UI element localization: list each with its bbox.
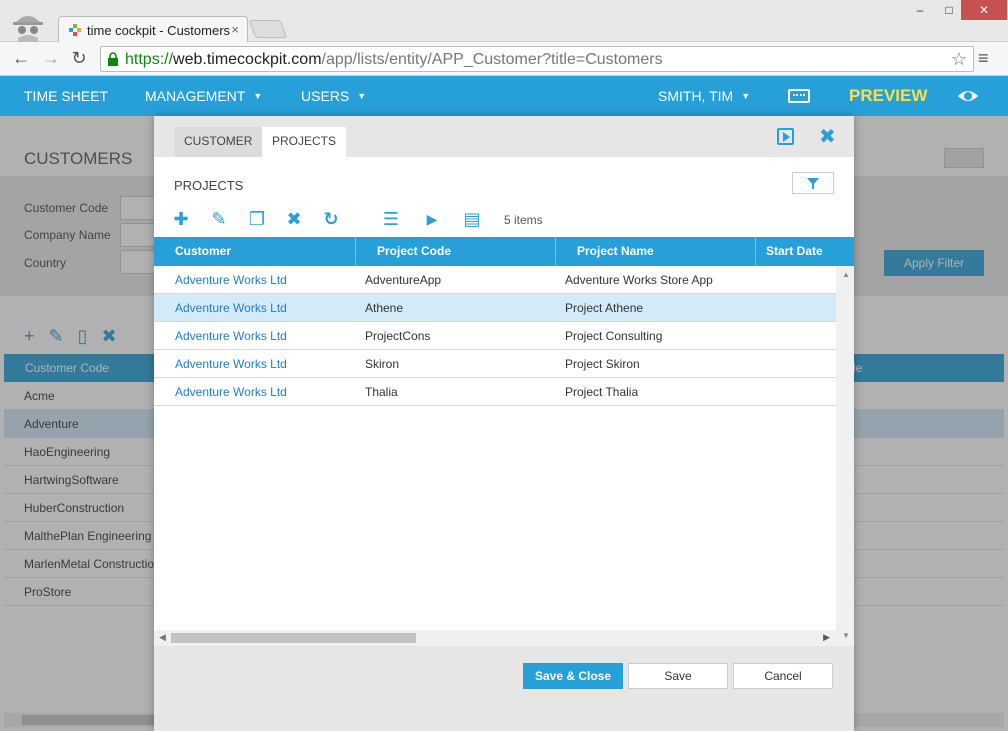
project-code-cell: Thalia <box>365 385 398 399</box>
window-close-button[interactable]: ✕ <box>961 0 1007 20</box>
column-header-project-name[interactable]: Project Name <box>556 237 756 266</box>
maximize-button[interactable]: □ <box>935 0 963 20</box>
minimize-button[interactable]: – <box>905 0 935 20</box>
forward-button[interactable]: → <box>40 48 62 69</box>
projects-dialog: CUSTOMER PROJECTS ✖ PROJECTS ✚ ✎ ❐ ✖ ↻ ☰… <box>154 116 854 731</box>
nav-time-sheet[interactable]: TIME SHEET <box>24 88 108 104</box>
customer-link[interactable]: Adventure Works Ltd <box>175 385 287 399</box>
projects-grid: Adventure Works Ltd AdventureApp Adventu… <box>154 266 836 630</box>
customer-link[interactable]: Adventure Works Ltd <box>175 301 287 315</box>
tab-close-icon[interactable]: × <box>231 22 239 37</box>
save-button[interactable]: Save <box>628 663 728 689</box>
bookmark-star-icon[interactable]: ☆ <box>951 49 967 70</box>
url-text: https://web.timecockpit.com/app/lists/en… <box>125 51 663 68</box>
browser-tab[interactable]: time cockpit - Customers × <box>58 16 248 44</box>
close-icon[interactable]: ✖ <box>819 124 836 149</box>
edit-icon[interactable]: ✎ <box>208 208 230 230</box>
dialog-tab-bar: CUSTOMER PROJECTS ✖ <box>154 116 854 157</box>
table-row[interactable]: Adventure Works Ltd Skiron Project Skiro… <box>154 350 836 378</box>
timecockpit-favicon-icon <box>69 24 81 36</box>
table-row[interactable]: Adventure Works Ltd ProjectCons Project … <box>154 322 836 350</box>
browser-tabstrip: time cockpit - Customers × – □ ✕ <box>0 0 1008 44</box>
dialog-footer: Save & Close Save Cancel <box>154 646 854 731</box>
customer-link[interactable]: Adventure Works Ltd <box>175 329 287 343</box>
project-name-cell: Project Skiron <box>565 357 640 371</box>
column-header-customer[interactable]: Customer <box>154 237 356 266</box>
save-close-button[interactable]: Save & Close <box>523 663 623 689</box>
chevron-down-icon: ▼ <box>253 91 263 101</box>
cancel-button[interactable]: Cancel <box>733 663 833 689</box>
customer-link[interactable]: Adventure Works Ltd <box>175 357 287 371</box>
grid-horizontal-scrollbar[interactable]: ◀ ▶ <box>154 630 836 646</box>
grid-vertical-scrollbar[interactable]: ▲ ▼ <box>836 266 854 646</box>
reload-button[interactable]: ↻ <box>68 48 90 69</box>
add-icon[interactable]: ✚ <box>170 208 192 230</box>
section-heading: PROJECTS <box>174 178 244 193</box>
scroll-down-icon[interactable]: ▼ <box>842 631 850 640</box>
document-icon[interactable]: ▤ <box>461 208 483 230</box>
project-code-cell: Skiron <box>365 357 400 371</box>
column-header-start-date[interactable]: Start Date <box>756 237 854 266</box>
column-header-project-code[interactable]: Project Code <box>356 237 556 266</box>
preview-label: PREVIEW <box>849 86 928 105</box>
scroll-up-icon[interactable]: ▲ <box>842 270 850 279</box>
tab-title: time cockpit - Customers <box>87 23 231 38</box>
incognito-icon <box>13 16 43 42</box>
filter-icon <box>807 178 819 189</box>
user-menu[interactable]: SMITH, TIM ▼ <box>658 88 750 104</box>
project-name-cell: Adventure Works Store App <box>565 273 713 287</box>
project-code-cell: ProjectCons <box>365 329 431 343</box>
nav-management[interactable]: MANAGEMENT ▼ <box>145 88 262 104</box>
table-row[interactable]: Adventure Works Ltd Athene Project Athen… <box>154 294 836 322</box>
table-row[interactable]: Adventure Works Ltd AdventureApp Adventu… <box>154 266 836 294</box>
project-code-cell: Athene <box>365 301 404 315</box>
indent-icon[interactable]: ☰ <box>380 208 402 230</box>
nav-users[interactable]: USERS ▼ <box>301 88 366 104</box>
new-tab-button[interactable] <box>248 20 288 38</box>
back-button[interactable]: ← <box>10 48 32 69</box>
project-name-cell: Project Athene <box>565 301 644 315</box>
address-toolbar: ← → ↻ https://web.timecockpit.com/app/li… <box>0 42 1008 76</box>
chevron-down-icon: ▼ <box>357 91 367 101</box>
table-row[interactable]: Adventure Works Ltd Thalia Project Thali… <box>154 378 836 406</box>
items-count: 5 items <box>504 213 543 227</box>
scroll-left-icon[interactable]: ◀ <box>159 632 166 643</box>
chevron-down-icon: ▼ <box>741 91 751 101</box>
filter-button[interactable] <box>792 172 834 194</box>
lock-icon <box>108 52 118 66</box>
browser-menu-icon[interactable]: ≡ <box>978 48 989 69</box>
project-name-cell: Project Thalia <box>565 385 639 399</box>
project-code-cell: AdventureApp <box>365 273 442 287</box>
copy-icon[interactable]: ❐ <box>246 208 268 230</box>
customer-link[interactable]: Adventure Works Ltd <box>175 273 287 287</box>
projects-grid-header: Customer Project Code Project Name Start… <box>154 237 854 266</box>
tab-customer[interactable]: CUSTOMER <box>174 127 263 157</box>
scroll-right-icon[interactable]: ▶ <box>823 632 830 643</box>
delete-icon[interactable]: ✖ <box>283 208 305 230</box>
tab-projects[interactable]: PROJECTS <box>262 127 347 157</box>
refresh-icon[interactable]: ↻ <box>320 208 342 230</box>
camera-icon[interactable] <box>957 87 979 105</box>
run-icon[interactable] <box>777 128 794 145</box>
app-nav-bar: TIME SHEET MANAGEMENT ▼ USERS ▼ SMITH, TIM… <box>0 76 1008 116</box>
run-icon[interactable]: ▶ <box>421 208 443 230</box>
keyboard-icon[interactable] <box>788 89 810 103</box>
project-name-cell: Project Consulting <box>565 329 663 343</box>
scroll-thumb[interactable] <box>171 633 416 643</box>
url-bar[interactable]: https://web.timecockpit.com/app/lists/en… <box>100 46 974 72</box>
